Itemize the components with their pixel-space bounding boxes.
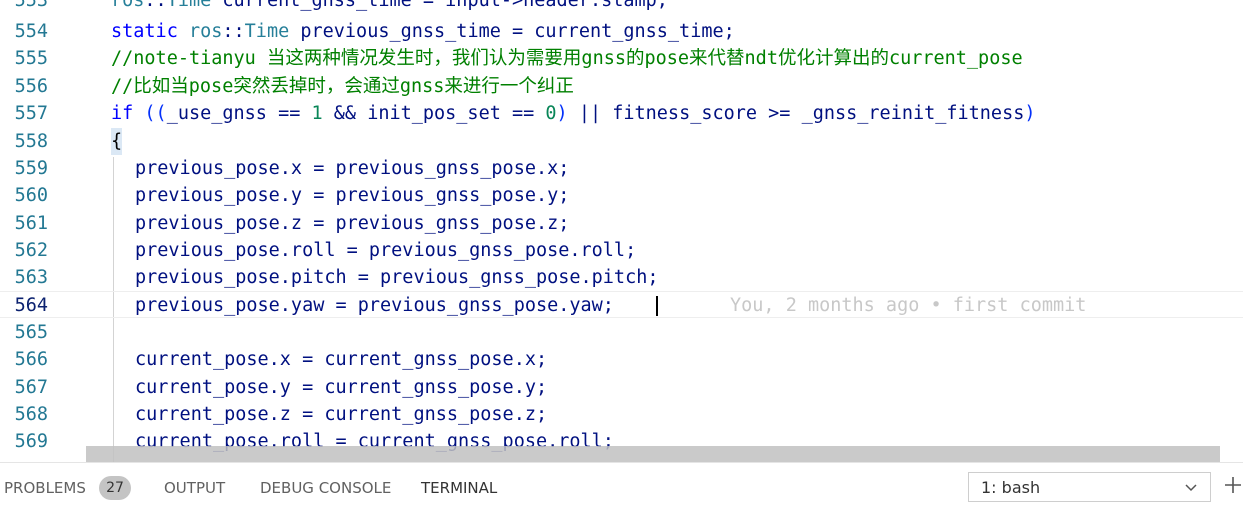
tab-debug-console[interactable]: DEBUG CONSOLE (260, 479, 391, 497)
code-line[interactable]: 566 current_pose.x = current_gnss_pose.x… (0, 346, 1243, 373)
code-line[interactable]: 563 previous_pose.pitch = previous_gnss_… (0, 264, 1243, 291)
code-text: previous_pose.pitch = previous_gnss_pose… (135, 267, 659, 288)
problems-count-badge: 27 (99, 476, 131, 500)
code-line[interactable]: 567 current_pose.y = current_gnss_pose.y… (0, 374, 1243, 401)
chevron-down-icon (1185, 484, 1197, 492)
code-line[interactable]: 556 //比如当pose突然丢掉时，会通过gnss来进行一个纠正 (0, 73, 1243, 100)
code-line[interactable]: 557 if ((_use_gnss == 1 && init_pos_set … (0, 100, 1243, 127)
comment-text: //比如当pose突然丢掉时，会通过gnss来进行一个纠正 (111, 76, 574, 97)
code-text: previous_pose.yaw = previous_gnss_pose.y… (135, 295, 614, 316)
line-number: 553 (14, 0, 48, 11)
line-number: 559 (14, 158, 48, 179)
code-text: static ros::Time previous_gnss_time = cu… (111, 21, 735, 42)
code-line[interactable]: 553 ros::Time current_gnss_time = input-… (0, 0, 1243, 14)
line-number: 563 (14, 267, 48, 288)
line-number: 555 (14, 48, 48, 69)
horizontal-scrollbar[interactable] (86, 446, 1220, 462)
line-number: 564 (14, 295, 48, 316)
code-line[interactable]: 562 previous_pose.roll = previous_gnss_p… (0, 237, 1243, 264)
code-editor[interactable]: 553 ros::Time current_gnss_time = input-… (0, 0, 1243, 462)
code-line[interactable]: 559 previous_pose.x = previous_gnss_pose… (0, 155, 1243, 182)
tab-problems[interactable]: PROBLEMS (4, 479, 86, 497)
comment-text: //note-tianyu 当这两种情况发生时，我们认为需要用gnss的pose… (111, 48, 1023, 69)
line-number: 558 (14, 131, 48, 152)
tab-terminal[interactable]: TERMINAL (421, 479, 497, 497)
terminal-select-value: 1: bash (981, 478, 1041, 497)
code-text: { (111, 128, 123, 155)
code-text: current_pose.x = current_gnss_pose.x; (135, 349, 548, 370)
code-text: current_pose.z = current_gnss_pose.z; (135, 404, 548, 425)
line-number: 554 (14, 21, 48, 42)
line-number: 560 (14, 185, 48, 206)
line-number: 569 (14, 431, 48, 452)
code-text: current_pose.y = current_gnss_pose.y; (135, 377, 548, 398)
code-line-current[interactable]: 564 previous_pose.yaw = previous_gnss_po… (0, 291, 1243, 319)
code-text: ros::Time current_gnss_time = input->hea… (111, 0, 668, 11)
code-line[interactable]: 560 previous_pose.y = previous_gnss_pose… (0, 182, 1243, 209)
code-text: previous_pose.x = previous_gnss_pose.x; (135, 158, 570, 179)
code-line[interactable]: 555 //note-tianyu 当这两种情况发生时，我们认为需要用gnss的… (0, 45, 1243, 72)
terminal-select-dropdown[interactable]: 1: bash (968, 472, 1211, 502)
line-number: 568 (14, 404, 48, 425)
line-number: 562 (14, 240, 48, 261)
panel-tab-bar: PROBLEMS 27 OUTPUT DEBUG CONSOLE TERMINA… (0, 462, 1243, 508)
text-cursor (656, 296, 658, 316)
tab-output[interactable]: OUTPUT (164, 479, 225, 497)
code-text: previous_pose.roll = previous_gnss_pose.… (135, 240, 637, 261)
line-number: 556 (14, 76, 48, 97)
line-number: 561 (14, 213, 48, 234)
code-line[interactable]: 561 previous_pose.z = previous_gnss_pose… (0, 210, 1243, 237)
line-number: 566 (14, 349, 48, 370)
plus-icon[interactable] (1222, 474, 1243, 496)
code-line[interactable]: 565 (0, 319, 1243, 346)
code-text: previous_pose.z = previous_gnss_pose.z; (135, 213, 570, 234)
code-text: previous_pose.y = previous_gnss_pose.y; (135, 185, 570, 206)
git-blame-annotation: You, 2 months ago • first commit (730, 295, 1087, 316)
line-number: 565 (14, 322, 48, 343)
code-line[interactable]: 558 { (0, 128, 1243, 155)
code-line[interactable]: 568 current_pose.z = current_gnss_pose.z… (0, 401, 1243, 428)
line-number: 567 (14, 377, 48, 398)
code-line[interactable]: 554 static ros::Time previous_gnss_time … (0, 18, 1243, 45)
line-number: 557 (14, 103, 48, 124)
code-text: if ((_use_gnss == 1 && init_pos_set == 0… (111, 103, 1036, 124)
